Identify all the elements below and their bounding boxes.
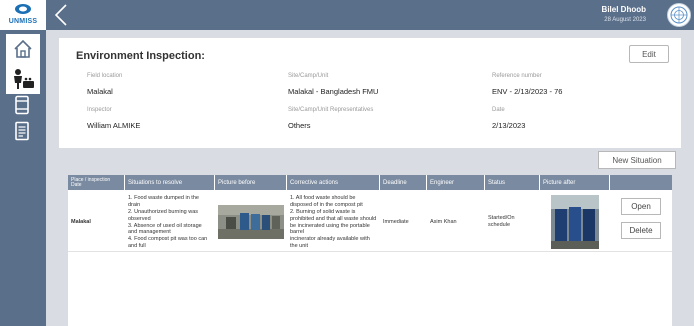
- nav-reports[interactable]: [8, 118, 36, 144]
- row-status: Started/On schedule: [488, 215, 515, 228]
- delete-button[interactable]: Delete: [621, 222, 661, 239]
- field-location-value: Malakal: [87, 87, 113, 96]
- col-actions: [610, 175, 672, 190]
- row-picture-before: [215, 192, 287, 252]
- user-date: 28 August 2023: [604, 17, 646, 23]
- row-place: Malakal: [71, 218, 91, 225]
- main-content: Environment Inspection: Edit Field locat…: [46, 30, 694, 326]
- row-engineer: Asim Khan: [430, 218, 457, 225]
- site-camp-label: Site/Camp/Unit: [288, 73, 329, 79]
- row-deadline: Immediate: [383, 218, 409, 225]
- date-value: 2/13/2023: [492, 121, 526, 130]
- inspection-card: Environment Inspection: Edit Field locat…: [59, 38, 681, 148]
- un-logo-icon: [15, 4, 31, 14]
- reference-label: Reference number: [492, 73, 542, 79]
- reference-value: ENV - 2/13/2023 - 76: [492, 87, 563, 96]
- picture-before-image: [218, 205, 284, 239]
- nav-containers[interactable]: [8, 92, 36, 118]
- row-actions: Open Delete: [610, 192, 672, 252]
- col-place: Place / inspection Date: [68, 175, 125, 190]
- representatives-label: Site/Camp/Unit Representatives: [288, 107, 374, 113]
- logo-text: UNMISS: [8, 18, 38, 25]
- site-camp-value: Malakal - Bangladesh FMU: [288, 87, 379, 96]
- globe-icon: [670, 6, 688, 24]
- page-title: Environment Inspection:: [76, 50, 205, 62]
- representatives-value: Others: [288, 121, 311, 130]
- date-label: Date: [492, 107, 505, 113]
- un-emblem-icon: [667, 3, 691, 27]
- col-deadline: Deadline: [380, 175, 427, 190]
- inspector-label: Inspector: [87, 107, 112, 113]
- back-chevron-icon[interactable]: [52, 3, 72, 27]
- col-status: Status: [485, 175, 540, 190]
- user-name: Bilel Dhoob: [601, 5, 646, 14]
- document-icon: [15, 121, 29, 141]
- open-button[interactable]: Open: [621, 198, 661, 215]
- col-engineer: Engineer: [427, 175, 485, 190]
- nav-inspection[interactable]: [6, 64, 40, 94]
- container-icon: [15, 95, 29, 115]
- inspector-value: William ALMIKE: [87, 121, 141, 130]
- col-picture-after: Picture after: [540, 175, 610, 190]
- table-row[interactable]: Malakal 1. Food waste dumped in the drai…: [68, 192, 672, 252]
- table-header: Place / inspection Date Situations to re…: [68, 175, 672, 190]
- row-picture-after: [540, 192, 610, 252]
- nav-home[interactable]: [6, 34, 40, 64]
- situations-table: Place / inspection Date Situations to re…: [68, 175, 672, 326]
- field-location-label: Field location: [87, 73, 123, 79]
- top-bar: Bilel Dhoob 28 August 2023: [46, 0, 694, 30]
- new-situation-button[interactable]: New Situation: [598, 151, 676, 169]
- row-corrective: 1. All food waste should be disposed of …: [290, 195, 377, 250]
- row-situations: 1. Food waste dumped in the drain 2. Una…: [128, 195, 208, 250]
- col-picture-before: Picture before: [215, 175, 287, 190]
- picture-after-image: [551, 195, 599, 249]
- home-icon: [14, 39, 32, 58]
- col-corrective: Corrective actions: [287, 175, 380, 190]
- unmiss-logo: UNMISS: [0, 0, 46, 30]
- edit-button[interactable]: Edit: [629, 45, 669, 63]
- col-situations: Situations to resolve: [125, 175, 215, 190]
- inspector-person-icon: [14, 69, 34, 89]
- left-nav-rail: UNMISS: [0, 0, 46, 326]
